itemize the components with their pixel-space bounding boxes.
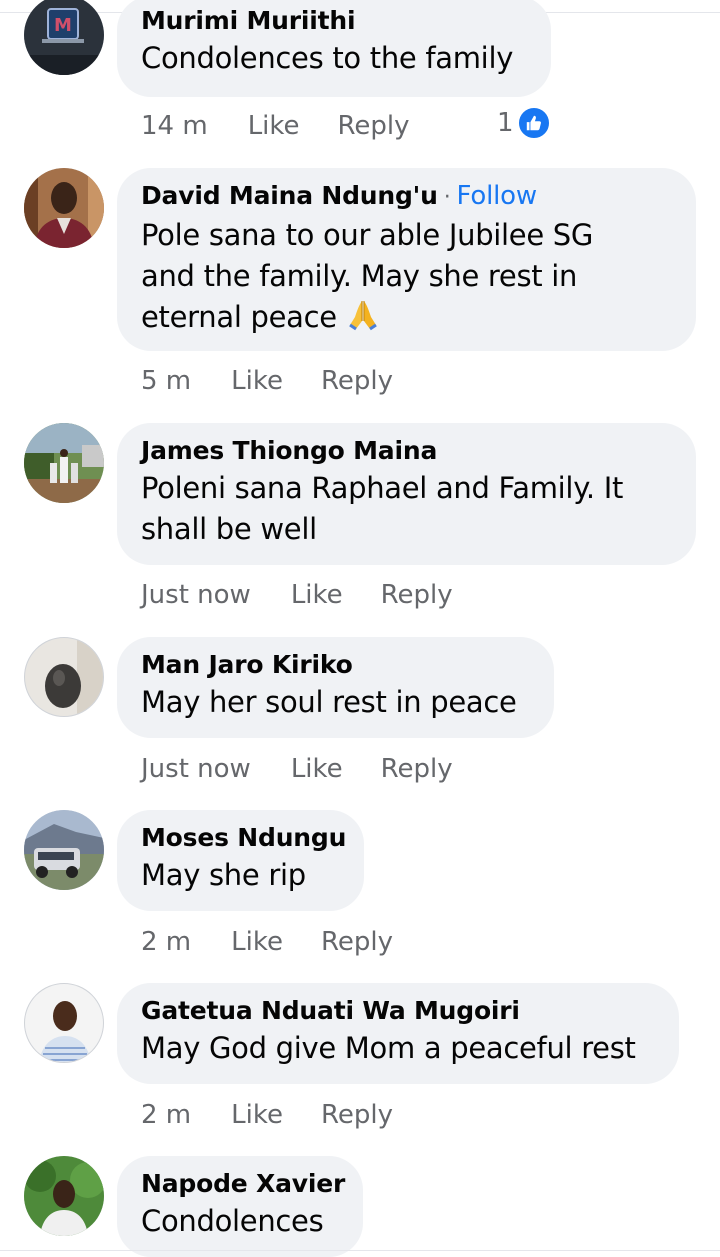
reply-link[interactable]: Reply bbox=[381, 580, 453, 610]
avatar[interactable] bbox=[24, 810, 104, 890]
avatar-image: M bbox=[24, 0, 104, 75]
comment-text-line: shall be well bbox=[141, 512, 317, 546]
commenter-name[interactable]: James Thiongo Maina bbox=[141, 434, 672, 468]
reaction-count: 1 bbox=[497, 108, 514, 138]
commenter-name[interactable]: Moses Ndungu bbox=[141, 821, 346, 855]
comment-bubble: Moses Ndungu May she rip bbox=[117, 810, 364, 911]
like-link[interactable]: Like bbox=[291, 580, 343, 610]
comment-text: Condolences to the family bbox=[141, 41, 514, 75]
comment-timestamp[interactable]: 2 m bbox=[141, 927, 191, 957]
comment-text-line: and the family. May she rest in bbox=[141, 259, 578, 293]
avatar[interactable] bbox=[24, 423, 104, 503]
commenter-name[interactable]: Man Jaro Kiriko bbox=[141, 648, 530, 682]
avatar-image bbox=[24, 423, 104, 503]
commenter-name[interactable]: David Maina Ndung'u bbox=[141, 181, 438, 210]
comment-text-line: eternal peace bbox=[141, 300, 337, 334]
comment-text-line-with-emoji: eternal peace bbox=[141, 297, 672, 338]
comment-text: Pole sana to our able Jubilee SG and the… bbox=[141, 215, 672, 338]
comment-bubble: Gatetua Nduati Wa Mugoiri May God give M… bbox=[117, 983, 679, 1084]
like-link[interactable]: Like bbox=[291, 754, 343, 784]
comment-text-line: Pole sana to our able Jubilee SG bbox=[141, 218, 594, 252]
avatar-image bbox=[24, 168, 104, 248]
comment-timestamp[interactable]: 2 m bbox=[141, 1100, 191, 1130]
comment-bubble: Man Jaro Kiriko May her soul rest in pea… bbox=[117, 637, 554, 738]
comment-text: May her soul rest in peace bbox=[141, 685, 517, 719]
comment-text: May she rip bbox=[141, 858, 306, 892]
comment-bubble: David Maina Ndung'u · Follow Pole sana to … bbox=[117, 168, 696, 351]
comment-actions: 2 m Like Reply bbox=[141, 1098, 431, 1132]
comment-bubble: Murimi Muriithi Condolences to the famil… bbox=[117, 0, 551, 97]
comment-actions: 5 m Like Reply bbox=[141, 364, 431, 398]
comment-text: May God give Mom a peaceful rest bbox=[141, 1031, 636, 1065]
avatar-image bbox=[25, 638, 103, 716]
separator-dot: · bbox=[443, 185, 451, 210]
comment-actions: Just now Like Reply bbox=[141, 752, 491, 786]
comment-timestamp[interactable]: 14 m bbox=[141, 111, 208, 141]
comment-actions: 2 m Like Reply bbox=[141, 925, 431, 959]
comment-text-line: Poleni sana Raphael and Family. It bbox=[141, 471, 624, 505]
avatar-image bbox=[25, 984, 103, 1062]
like-link[interactable]: Like bbox=[248, 111, 300, 141]
reply-link[interactable]: Reply bbox=[321, 927, 393, 957]
commenter-name-row: David Maina Ndung'u · Follow bbox=[141, 179, 672, 215]
avatar-image bbox=[24, 810, 104, 890]
comment-timestamp[interactable]: Just now bbox=[141, 580, 251, 610]
bottom-divider bbox=[0, 1250, 720, 1251]
reply-link[interactable]: Reply bbox=[321, 1100, 393, 1130]
thumbs-up-icon bbox=[516, 106, 551, 140]
reply-link[interactable]: Reply bbox=[321, 366, 393, 396]
comment-bubble: James Thiongo Maina Poleni sana Raphael … bbox=[117, 423, 696, 565]
reaction-summary[interactable]: 1 bbox=[497, 106, 551, 140]
avatar-image bbox=[24, 1156, 104, 1236]
follow-button[interactable]: Follow bbox=[457, 181, 538, 211]
like-link[interactable]: Like bbox=[231, 1100, 283, 1130]
folded-hands-icon bbox=[346, 299, 380, 331]
comment-timestamp[interactable]: Just now bbox=[141, 754, 251, 784]
commenter-name[interactable]: Gatetua Nduati Wa Mugoiri bbox=[141, 994, 655, 1028]
avatar[interactable] bbox=[24, 1156, 104, 1236]
reply-link[interactable]: Reply bbox=[381, 754, 453, 784]
comment-actions: Just now Like Reply bbox=[141, 578, 491, 612]
reply-link[interactable]: Reply bbox=[338, 111, 410, 141]
avatar[interactable]: M bbox=[24, 0, 104, 75]
comment-text: Condolences bbox=[141, 1204, 324, 1238]
comment-bubble: Napode Xavier Condolences bbox=[117, 1156, 363, 1257]
comment-text: Poleni sana Raphael and Family. It shall… bbox=[141, 468, 672, 550]
like-link[interactable]: Like bbox=[231, 366, 283, 396]
avatar[interactable] bbox=[24, 637, 104, 717]
comment-timestamp[interactable]: 5 m bbox=[141, 366, 191, 396]
comment-actions: 14 m Like Reply bbox=[141, 109, 448, 143]
commenter-name[interactable]: Murimi Muriithi bbox=[141, 4, 527, 38]
avatar[interactable] bbox=[24, 168, 104, 248]
commenter-name[interactable]: Napode Xavier bbox=[141, 1167, 345, 1201]
svg-text:M: M bbox=[54, 15, 72, 36]
like-link[interactable]: Like bbox=[231, 927, 283, 957]
avatar[interactable] bbox=[24, 983, 104, 1063]
